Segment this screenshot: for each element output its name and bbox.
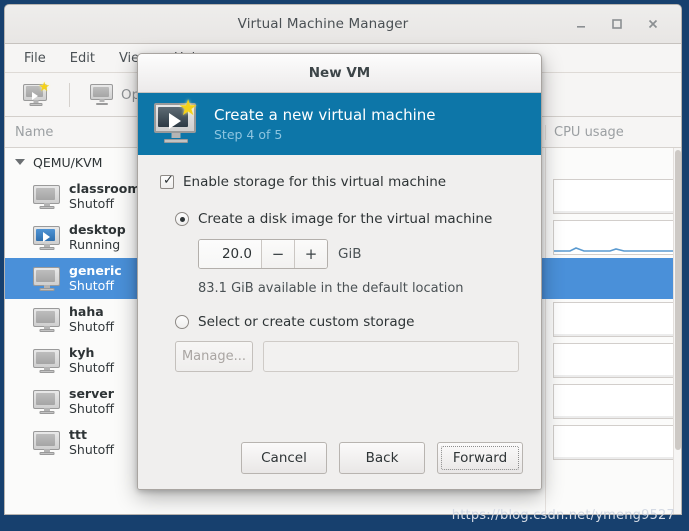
- cancel-button[interactable]: Cancel: [241, 442, 327, 474]
- vm-item-text: server Shutoff: [67, 387, 114, 417]
- custom-storage-path-input[interactable]: [263, 341, 519, 372]
- maximize-icon[interactable]: [607, 14, 627, 34]
- new-vm-dialog: New VM ★ Create a new virtual machine St…: [137, 53, 542, 490]
- close-icon[interactable]: [643, 14, 663, 34]
- disk-size-decrement-button[interactable]: −: [261, 240, 294, 268]
- monitor-icon: [33, 308, 61, 332]
- monitor-icon: [90, 84, 114, 105]
- monitor-icon: [33, 349, 61, 373]
- watermark: https://blog.csdn.net/ymeng9527: [452, 508, 675, 523]
- custom-storage-radio-row[interactable]: Select or create custom storage: [160, 314, 519, 330]
- new-vm-icon: ★: [23, 84, 49, 106]
- vm-name: haha: [69, 305, 114, 320]
- chevron-down-icon[interactable]: [15, 159, 25, 165]
- vm-list-scrollbar[interactable]: [673, 148, 681, 515]
- monitor-icon: [33, 390, 61, 414]
- vm-icon-wrap: [27, 431, 67, 455]
- new-vm-button[interactable]: ★: [17, 81, 55, 109]
- vm-icon-wrap: [27, 226, 67, 250]
- vm-state: Running: [69, 238, 126, 253]
- toolbar-separator: [69, 83, 70, 107]
- menu-file[interactable]: File: [15, 48, 55, 69]
- vm-state: Shutoff: [69, 279, 122, 294]
- dialog-titlebar: New VM: [138, 54, 541, 93]
- disk-size-stepper[interactable]: 20.0 − +: [198, 239, 328, 269]
- vm-state: Shutoff: [69, 402, 114, 417]
- custom-storage-label: Select or create custom storage: [198, 314, 414, 330]
- disk-size-row: 20.0 − + GiB: [160, 239, 519, 269]
- vm-item-text: ttt Shutoff: [67, 428, 114, 458]
- dialog-body: ✓ Enable storage for this virtual machin…: [138, 155, 541, 427]
- monitor-icon: [33, 185, 61, 209]
- check-icon: ✓: [163, 174, 174, 187]
- vm-icon-wrap: [27, 185, 67, 209]
- window-titlebar: Virtual Machine Manager: [5, 5, 681, 44]
- vm-item-text: kyh Shutoff: [67, 346, 114, 376]
- create-disk-label: Create a disk image for the virtual mach…: [198, 211, 492, 227]
- window-title: Virtual Machine Manager: [5, 16, 571, 32]
- vm-icon-wrap: [27, 349, 67, 373]
- minimize-icon[interactable]: [571, 14, 591, 34]
- disk-size-unit-label: GiB: [338, 246, 361, 262]
- vm-item-text: generic Shutoff: [67, 264, 122, 294]
- custom-storage-controls: Manage...: [160, 341, 519, 372]
- dialog-footer: Cancel Back Forward: [138, 427, 541, 489]
- column-header-cpu-usage[interactable]: CPU usage: [545, 125, 681, 140]
- create-disk-radio-row[interactable]: Create a disk image for the virtual mach…: [160, 211, 519, 227]
- new-vm-icon: ★: [154, 103, 200, 145]
- dialog-title: New VM: [309, 65, 371, 81]
- vm-state: Shutoff: [69, 361, 114, 376]
- forward-button[interactable]: Forward: [437, 442, 523, 474]
- vm-name: server: [69, 387, 114, 402]
- vm-icon-wrap: [27, 267, 67, 291]
- back-button[interactable]: Back: [339, 442, 425, 474]
- dialog-banner: ★ Create a new virtual machine Step 4 of…: [138, 93, 541, 155]
- vm-name: kyh: [69, 346, 114, 361]
- window-controls: [571, 14, 681, 34]
- dialog-heading: Create a new virtual machine: [214, 106, 436, 124]
- vm-name: desktop: [69, 223, 126, 238]
- vm-name: ttt: [69, 428, 114, 443]
- dialog-banner-text: Create a new virtual machine Step 4 of 5: [214, 106, 436, 142]
- enable-storage-row[interactable]: ✓ Enable storage for this virtual machin…: [160, 174, 519, 190]
- menu-edit[interactable]: Edit: [61, 48, 104, 69]
- vm-state: Shutoff: [69, 320, 114, 335]
- monitor-running-icon: [33, 226, 61, 250]
- enable-storage-checkbox[interactable]: ✓: [160, 175, 174, 189]
- disk-size-increment-button[interactable]: +: [294, 240, 327, 268]
- monitor-icon: [33, 267, 61, 291]
- monitor-icon: [33, 431, 61, 455]
- manage-button[interactable]: Manage...: [175, 341, 253, 372]
- vm-icon-wrap: [27, 390, 67, 414]
- tree-item-label: QEMU/KVM: [33, 155, 102, 170]
- vm-state: Shutoff: [69, 443, 114, 458]
- vm-state: Shutoff: [69, 197, 140, 212]
- scrollbar-thumb[interactable]: [675, 150, 681, 450]
- available-space-note: 83.1 GiB available in the default locati…: [160, 281, 519, 296]
- vm-name: classroom: [69, 182, 140, 197]
- vm-item-text: classroom Shutoff: [67, 182, 140, 212]
- dialog-step-indicator: Step 4 of 5: [214, 127, 436, 142]
- vm-name: generic: [69, 264, 122, 279]
- vm-icon-wrap: [27, 308, 67, 332]
- disk-size-input[interactable]: 20.0: [199, 240, 261, 268]
- vm-item-text: haha Shutoff: [67, 305, 114, 335]
- create-disk-radio[interactable]: [175, 212, 189, 226]
- vm-item-text: desktop Running: [67, 223, 126, 253]
- enable-storage-label: Enable storage for this virtual machine: [183, 174, 446, 190]
- custom-storage-radio[interactable]: [175, 315, 189, 329]
